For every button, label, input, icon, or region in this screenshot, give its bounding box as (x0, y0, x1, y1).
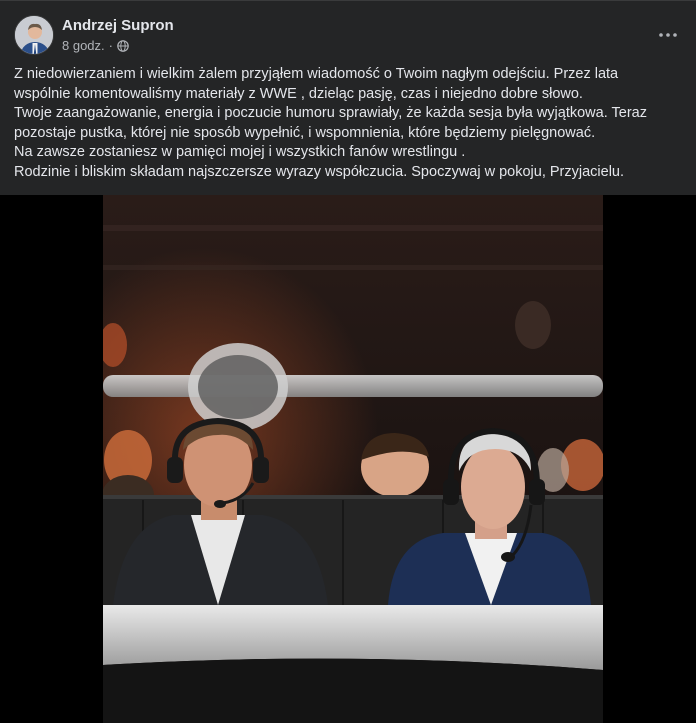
more-options-icon[interactable] (654, 21, 682, 49)
post-text-line: Rodzinie i bliskim składam najszczersze … (14, 163, 625, 180)
avatar-portrait (15, 16, 53, 54)
facebook-post: Andrzej Supron 8 godz. · Z niedowierzani… (0, 0, 696, 723)
globe-icon (117, 39, 129, 52)
post-photo[interactable] (103, 195, 603, 723)
post-text-line: pozostaje pustka, której nie sposób wype… (14, 124, 596, 141)
post-timestamp[interactable]: 8 godz. (62, 38, 105, 53)
post-photo-container[interactable] (0, 195, 696, 723)
post-text: Z niedowierzaniem i wielkim żalem przyją… (14, 65, 674, 183)
meta-separator: · (108, 38, 113, 53)
post-text-line: Z niedowierzaniem i wielkim żalem przyją… (14, 66, 619, 82)
post-text-line: wspólnie komentowaliśmy materiały z WWE … (14, 85, 583, 102)
author-name[interactable]: Andrzej Supron (62, 17, 174, 34)
post-text-line: Na zawsze zostaniesz w pamięci mojej i w… (14, 144, 466, 161)
author-avatar[interactable] (14, 15, 54, 55)
post-text-line: Twoje zaangażowanie, energia i poczucie … (14, 105, 647, 122)
post-header: Andrzej Supron 8 godz. · (14, 13, 682, 57)
post-meta: 8 godz. · (62, 38, 129, 53)
